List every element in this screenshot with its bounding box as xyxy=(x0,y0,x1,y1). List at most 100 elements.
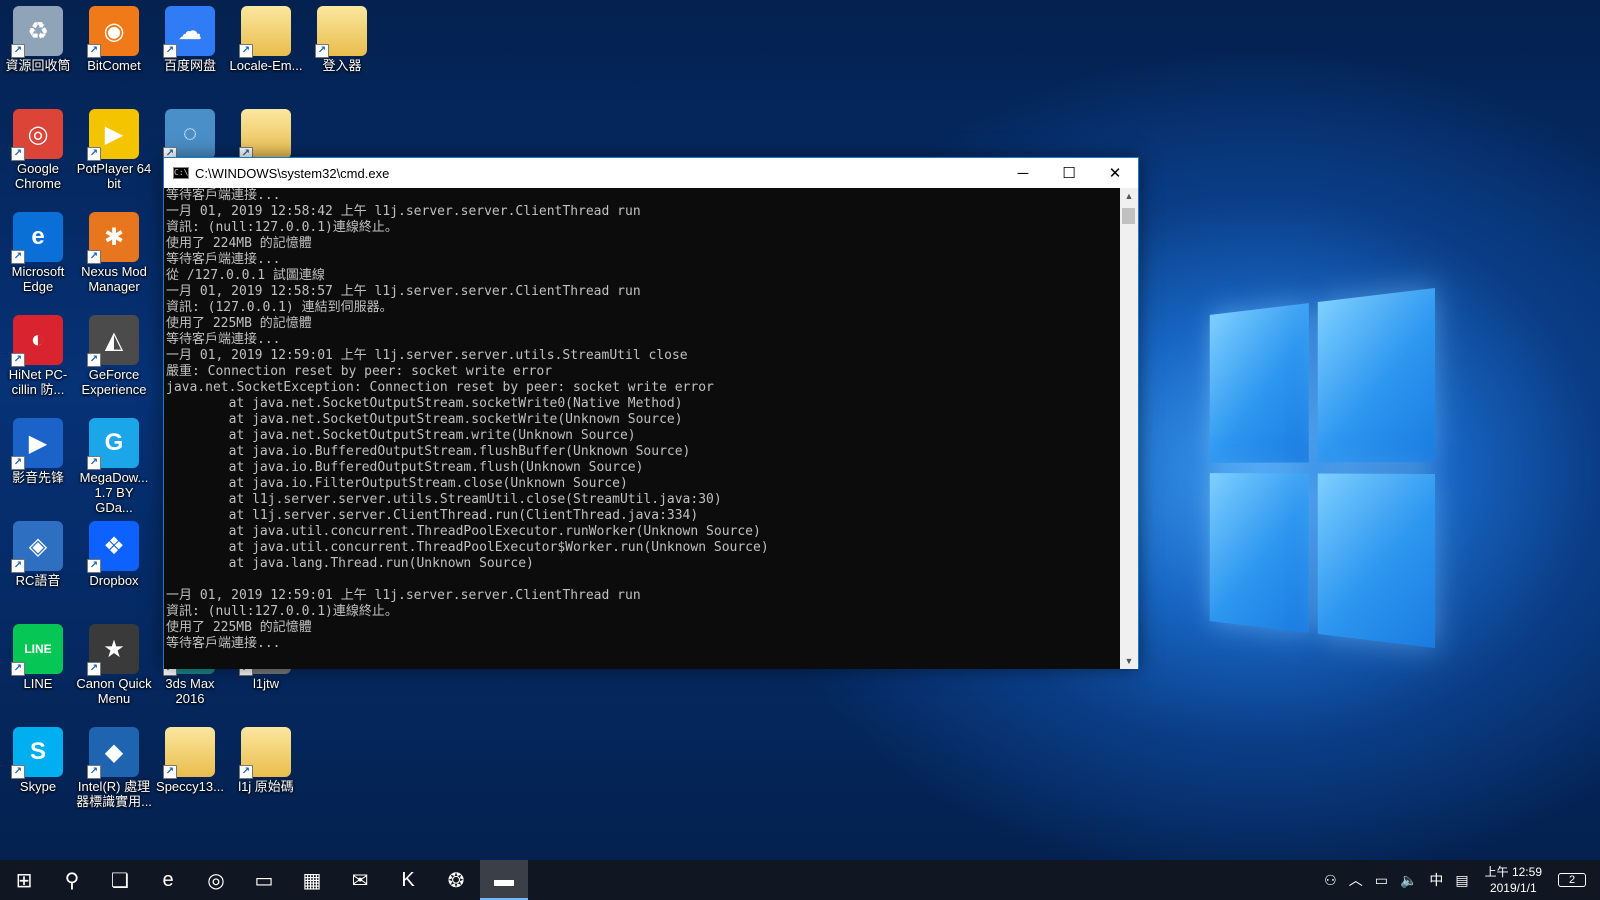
shortcut-arrow-icon: ↗ xyxy=(163,44,177,58)
shortcut-arrow-icon: ↗ xyxy=(11,456,25,470)
desktop-shortcut[interactable]: ↗ l1j 原始碼 xyxy=(228,721,304,794)
desktop-shortcut-label: 3ds Max 2016 xyxy=(165,676,215,706)
bitcomet-icon: ◉ ↗ xyxy=(87,6,139,58)
minimize-button[interactable]: ─ xyxy=(1000,158,1046,188)
desktop-shortcut[interactable]: G ↗ MegaDow... 1.7 BY GDa... xyxy=(76,412,152,515)
desktop-shortcut[interactable]: ◌ ↗ xyxy=(152,103,228,161)
shortcut-arrow-icon: ↗ xyxy=(315,44,329,58)
desktop-shortcut[interactable]: ☁ ↗ 百度网盘 xyxy=(152,0,228,73)
desktop-shortcut-label: 影音先锋 xyxy=(11,470,64,485)
desktop-shortcut[interactable]: ◭ ↗ GeForce Experience xyxy=(76,309,152,397)
console-line: at l1j.server.server.ClientThread.run(Cl… xyxy=(166,508,699,523)
shortcut-arrow-icon: ↗ xyxy=(11,353,25,367)
baidu-netdisk-icon: ☁ ↗ xyxy=(163,6,215,58)
desktop-shortcut-label: Dropbox xyxy=(89,573,139,588)
ime-indicator[interactable]: 中 xyxy=(1429,870,1443,890)
window-titlebar[interactable]: C:\ C:\WINDOWS\system32\cmd.exe ─ ☐ ✕ xyxy=(164,158,1138,188)
console-line: at java.io.BufferedOutputStream.flush(Un… xyxy=(166,460,644,475)
console-line: 嚴重: Connection reset by peer: socket wri… xyxy=(166,364,553,379)
edge-taskbar-icon[interactable]: e xyxy=(144,860,192,900)
desktop-shortcut[interactable]: ♻ ↗ 資源回收筒 xyxy=(0,0,76,73)
clock[interactable]: 上午 12:59 2019/1/1 xyxy=(1485,864,1542,896)
desktop: ♻ ↗ 資源回收筒 ◉ ↗ BitComet ☁ ↗ 百度网盘 ↗ Locale-Em... ↗ 登入器… xyxy=(0,0,1600,860)
network-icon[interactable]: ▭ xyxy=(1375,872,1388,889)
vertical-scrollbar[interactable]: ▲ ▼ xyxy=(1120,188,1138,669)
shortcut-arrow-icon: ↗ xyxy=(11,765,25,779)
desktop-shortcut[interactable]: S ↗ Skype xyxy=(0,721,76,794)
shortcut-arrow-icon: ↗ xyxy=(239,44,253,58)
console-line: java.net.SocketException: Connection res… xyxy=(166,380,714,395)
shortcut-arrow-icon: ↗ xyxy=(239,765,253,779)
kaspersky-icon[interactable]: K xyxy=(384,860,432,900)
folder-icon: ↗ xyxy=(239,6,291,58)
console-line: at java.io.FilterOutputStream.close(Unkn… xyxy=(166,476,628,491)
file-explorer-icon[interactable]: ▭ xyxy=(240,860,288,900)
canon-quick-menu-icon: ★ ↗ xyxy=(87,624,139,676)
scroll-thumb[interactable] xyxy=(1122,208,1135,224)
console-line: 資訊: (127.0.0.1) 連結到伺服器。 xyxy=(166,300,393,315)
console-line: 從 /127.0.0.1 試圖連線 xyxy=(166,268,325,283)
desktop-shortcut[interactable]: ◆ ↗ Intel(R) 處理器標識實用... xyxy=(76,721,152,809)
console-output[interactable]: 等待客戶端連接... 一月 01, 2019 12:58:42 上午 l1j.se… xyxy=(164,188,1120,669)
desktop-shortcut-label: Locale-Em... xyxy=(229,58,303,73)
console-line: 一月 01, 2019 12:59:01 上午 l1j.server.serve… xyxy=(166,588,641,603)
desktop-shortcut[interactable]: ▶ ↗ 影音先锋 xyxy=(0,412,76,485)
shortcut-arrow-icon: ↗ xyxy=(11,147,25,161)
shortcut-arrow-icon: ↗ xyxy=(87,456,101,470)
desktop-shortcut[interactable]: ◎ ↗ Google Chrome xyxy=(0,103,76,191)
pc-cillin-icon: ◐ ↗ xyxy=(11,315,63,367)
maximize-button[interactable]: ☐ xyxy=(1046,158,1092,188)
desktop-shortcut[interactable]: ↗ 登入器 xyxy=(304,0,380,73)
desktop-shortcut[interactable]: ↗ xyxy=(228,103,304,161)
shortcut-arrow-icon: ↗ xyxy=(163,765,177,779)
desktop-shortcut-label: MegaDow... 1.7 BY GDa... xyxy=(79,470,149,515)
desktop-shortcut[interactable]: ↗ Speccy13... xyxy=(152,721,228,794)
store-icon[interactable]: ▦ xyxy=(288,860,336,900)
console-line: 一月 01, 2019 12:58:57 上午 l1j.server.serve… xyxy=(166,284,641,299)
console-line: at java.util.concurrent.ThreadPoolExecut… xyxy=(166,540,769,555)
console-line: at java.lang.Thread.run(Unknown Source) xyxy=(166,556,534,571)
desktop-shortcut[interactable]: e ↗ Microsoft Edge xyxy=(0,206,76,294)
cmd-taskbar-icon[interactable]: ▬ xyxy=(480,860,528,900)
task-view-icon[interactable]: ❏ xyxy=(96,860,144,900)
intel-processor-id-icon: ◆ ↗ xyxy=(87,727,139,779)
desktop-shortcut[interactable]: ◈ ↗ RC語音 xyxy=(0,515,76,588)
rc-voice-icon: ◈ ↗ xyxy=(11,521,63,573)
app-taskbar-icon[interactable]: ❂ xyxy=(432,860,480,900)
search-icon[interactable]: ⚲ xyxy=(48,860,96,900)
desktop-shortcut[interactable]: ★ ↗ Canon Quick Menu xyxy=(76,618,152,706)
desktop-shortcut[interactable]: ◉ ↗ BitComet xyxy=(76,0,152,73)
console-line: 一月 01, 2019 12:58:42 上午 l1j.server.serve… xyxy=(166,204,641,219)
action-center-icon[interactable]: ▤ xyxy=(1455,872,1468,889)
taskbar: ⊞ ⚲ ❏ e ◎ ▭ ▦ ✉ K ❂ ▬ ⚇ ︿ ▭ 🔈 中 ▤ 上午 12:59 2019/1… xyxy=(0,860,1600,900)
chevron-up-icon[interactable]: ︿ xyxy=(1349,870,1363,890)
notifications-badge[interactable]: 2 xyxy=(1558,873,1586,887)
scroll-up-icon[interactable]: ▲ xyxy=(1120,188,1138,204)
desktop-shortcut[interactable]: LINE ↗ LINE xyxy=(0,618,76,691)
desktop-shortcut[interactable]: ✱ ↗ Nexus Mod Manager xyxy=(76,206,152,294)
folder-icon: ↗ xyxy=(239,109,291,161)
desktop-shortcut-label: 資源回收筒 xyxy=(5,58,71,73)
scroll-down-icon[interactable]: ▼ xyxy=(1120,653,1138,669)
mail-icon[interactable]: ✉ xyxy=(336,860,384,900)
volume-icon[interactable]: 🔈 xyxy=(1400,872,1417,889)
shortcut-arrow-icon: ↗ xyxy=(11,662,25,676)
close-button[interactable]: ✕ xyxy=(1092,158,1138,188)
console-line: at l1j.server.server.utils.StreamUtil.cl… xyxy=(166,492,722,507)
desktop-shortcut[interactable]: ◐ ↗ HiNet PC-cillin 防... xyxy=(0,309,76,397)
shortcut-arrow-icon: ↗ xyxy=(87,662,101,676)
megadownloader-icon: G ↗ xyxy=(87,418,139,470)
chrome-taskbar-icon[interactable]: ◎ xyxy=(192,860,240,900)
desktop-shortcut[interactable]: ❖ ↗ Dropbox xyxy=(76,515,152,588)
console-line: 使用了 225MB 的記憶體 xyxy=(166,620,312,635)
people-icon[interactable]: ⚇ xyxy=(1324,872,1337,889)
shortcut-arrow-icon: ↗ xyxy=(11,44,25,58)
app-icon: ◌ ↗ xyxy=(163,109,215,161)
start-button[interactable]: ⊞ xyxy=(0,860,48,900)
desktop-shortcut[interactable]: ↗ Locale-Em... xyxy=(228,0,304,73)
window-title: C:\WINDOWS\system32\cmd.exe xyxy=(195,165,390,181)
console-line: 等待客戶端連接... xyxy=(166,252,281,267)
cmd-window[interactable]: C:\ C:\WINDOWS\system32\cmd.exe ─ ☐ ✕ 等待… xyxy=(163,157,1139,669)
desktop-shortcut[interactable]: ▶ ↗ PotPlayer 64 bit xyxy=(76,103,152,191)
desktop-shortcut-label: l1j 原始碼 xyxy=(238,779,294,794)
